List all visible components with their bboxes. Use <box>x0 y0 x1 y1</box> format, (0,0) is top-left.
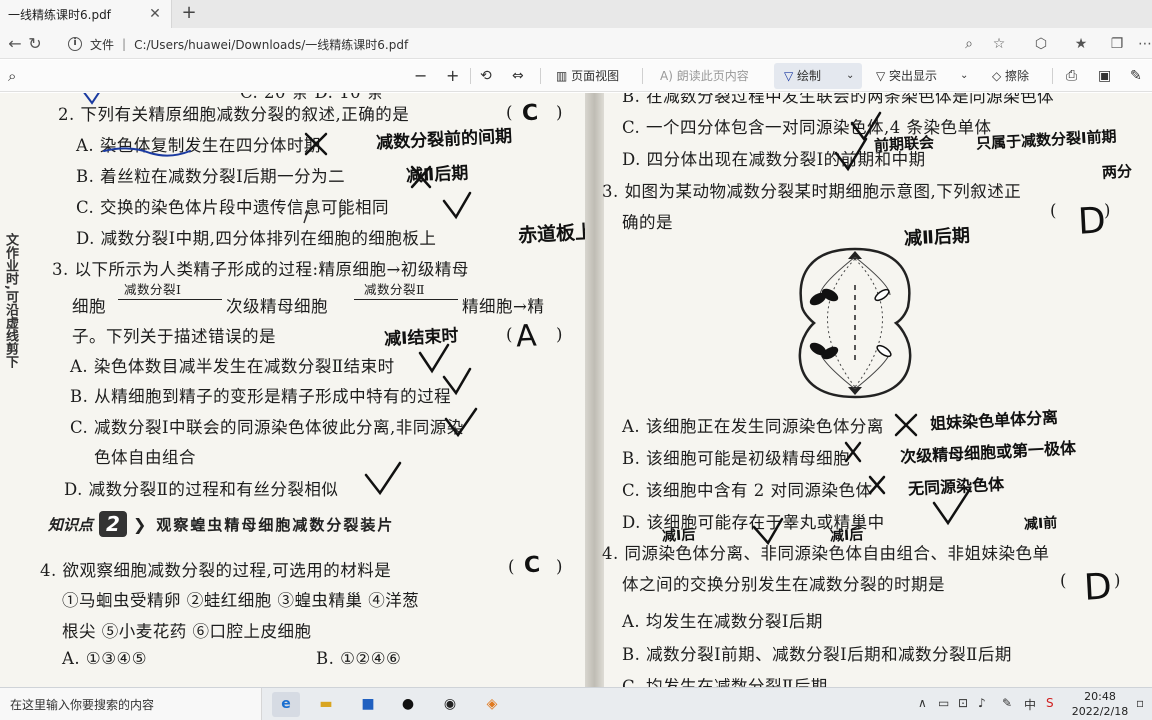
highlight-button[interactable]: ▽ 突出显示 <box>876 66 937 86</box>
tab-strip: 一线精练课时6.pdf ✕ + <box>0 0 1152 28</box>
back-icon[interactable]: ← <box>4 33 26 55</box>
check-mark <box>444 407 478 438</box>
highlight-icon: ▽ <box>876 69 890 83</box>
check-mark <box>442 191 472 220</box>
favorite-add-icon[interactable]: ☆ <box>988 33 1010 55</box>
search-placeholder: 在这里输入你要搜索的内容 <box>10 698 155 712</box>
cross-mark <box>868 475 886 495</box>
notification-icon[interactable]: ▫ <box>1136 696 1144 710</box>
page-view-button[interactable]: ▥ 页面视图 <box>556 66 619 86</box>
search-icon[interactable]: ⌕ <box>8 66 16 86</box>
check-mark <box>850 111 882 142</box>
toolbar-divider <box>470 68 471 84</box>
volume-icon[interactable]: ♪ <box>978 696 986 710</box>
store-icon[interactable]: ■ <box>354 692 382 717</box>
info-icon[interactable]: i <box>68 37 82 51</box>
highlight-label: 突出显示 <box>889 69 938 83</box>
close-icon[interactable]: ✕ <box>147 6 163 22</box>
network-icon[interactable]: ⊡ <box>958 696 968 710</box>
check-mark <box>752 517 784 546</box>
check-mark <box>418 343 450 374</box>
app-icon[interactable]: ◉ <box>436 692 464 717</box>
draw-icon: ▽ <box>784 69 798 83</box>
check-mark <box>834 137 868 172</box>
taskbar: 在这里输入你要搜索的内容 e ▬ ■ ● ◉ ◈ ∧ ▭ ⊡ ♪ ✎ 中 S 2… <box>0 687 1152 720</box>
erase-button[interactable]: ◇ 擦除 <box>992 66 1029 86</box>
blue-mark <box>83 93 100 105</box>
collections-icon[interactable]: ❐ <box>1106 33 1128 55</box>
check-mark <box>442 367 472 396</box>
sogou-icon[interactable]: S <box>1046 696 1054 710</box>
file-explorer-icon[interactable]: ▬ <box>312 692 340 717</box>
rotate-icon[interactable]: ⟲ <box>480 66 492 86</box>
tab-pdf[interactable]: 一线精练课时6.pdf ✕ <box>0 0 172 28</box>
cross-mark <box>894 413 918 437</box>
clock[interactable]: 20:48 2022/2/18 <box>1070 689 1130 719</box>
eraser-icon: ◇ <box>992 69 1006 83</box>
chevron-down-icon[interactable]: ⌄ <box>846 66 854 86</box>
cross-mark <box>304 132 328 156</box>
check-mark <box>364 461 402 496</box>
pdf-toolbar: ⌕ − + ⟲ ⇔ ▥ 页面视图 A) 朗读此页内容 ▽ 绘制 ⌄ ▽ 突出显示… <box>0 60 1152 92</box>
address-separator: | <box>122 37 127 51</box>
chevron-down-icon[interactable]: ⌄ <box>960 66 968 86</box>
check-mark <box>932 487 972 526</box>
draw-button[interactable]: ▽ 绘制 <box>784 66 821 86</box>
read-aloud-icon: A) <box>660 69 677 83</box>
favorites-icon[interactable]: ★ <box>1070 33 1092 55</box>
qq-icon[interactable]: ● <box>394 692 422 717</box>
battery-icon[interactable]: ▭ <box>938 696 949 710</box>
clock-date: 2022/2/18 <box>1071 705 1129 718</box>
zoom-icon[interactable]: ⌕ <box>958 33 980 55</box>
mouse-pointer-icon <box>339 203 345 219</box>
erase-label: 擦除 <box>1005 69 1030 83</box>
print-icon[interactable]: ⎙ <box>1066 66 1077 86</box>
zoom-out-icon[interactable]: − <box>414 66 427 86</box>
toolbar-divider <box>642 68 643 84</box>
more-icon[interactable]: ⋯ <box>1134 33 1152 55</box>
zoom-in-icon[interactable]: + <box>446 66 459 86</box>
cross-mark <box>410 165 432 189</box>
address-label: 文件 <box>90 37 115 52</box>
save-as-icon[interactable]: ✎ <box>1130 66 1142 86</box>
app-icon[interactable]: ◈ <box>478 692 506 717</box>
edge-icon[interactable]: e <box>272 692 300 717</box>
handwriting-strokes-left <box>83 93 478 496</box>
cursor-icon <box>303 210 309 224</box>
page-view-icon: ▥ <box>556 69 572 83</box>
read-aloud-button[interactable]: A) 朗读此页内容 <box>660 66 749 86</box>
address-field[interactable]: i 文件 | C:/Users/huawei/Downloads/一线精练课时6… <box>58 32 1020 56</box>
save-icon[interactable]: ▣ <box>1098 66 1111 86</box>
page-view-label: 页面视图 <box>571 69 620 83</box>
clock-time: 20:48 <box>1084 690 1116 703</box>
new-tab-icon[interactable]: + <box>178 2 200 24</box>
pen-icon[interactable]: ✎ <box>1002 696 1012 710</box>
refresh-icon[interactable]: ↻ <box>24 33 46 55</box>
pdf-document-area[interactable]: 文作业时,可沿虚线剪下 C. 20 条 D. 10 条 2. 下列有关精原细胞减… <box>0 93 1152 687</box>
read-aloud-label: 朗读此页内容 <box>676 69 749 83</box>
ime-indicator[interactable]: 中 <box>1024 696 1036 713</box>
fit-page-icon[interactable]: ⇔ <box>512 66 524 86</box>
address-bar-row: ← ↻ i 文件 | C:/Users/huawei/Downloads/一线精… <box>0 28 1152 59</box>
right-page: B. 在减数分裂过程中发生联会的两条染色体是同源染色体 C. 一个四分体包含一对… <box>602 93 1152 687</box>
tab-title: 一线精练课时6.pdf <box>8 7 111 22</box>
blue-underline <box>103 147 191 157</box>
cross-mark <box>844 441 862 463</box>
draw-label: 绘制 <box>797 69 822 83</box>
toolbar-divider <box>1052 68 1053 84</box>
toolbar-divider <box>540 68 541 84</box>
left-page: 文作业时,可沿虚线剪下 C. 20 条 D. 10 条 2. 下列有关精原细胞减… <box>0 93 595 687</box>
extensions-icon[interactable]: ⬡ <box>1030 33 1052 55</box>
tray-chevron-icon[interactable]: ∧ <box>918 696 927 710</box>
address-path: C:/Users/huawei/Downloads/一线精练课时6.pdf <box>134 37 409 52</box>
taskbar-search[interactable]: 在这里输入你要搜索的内容 <box>0 688 262 720</box>
handwriting-strokes-right <box>752 111 972 546</box>
